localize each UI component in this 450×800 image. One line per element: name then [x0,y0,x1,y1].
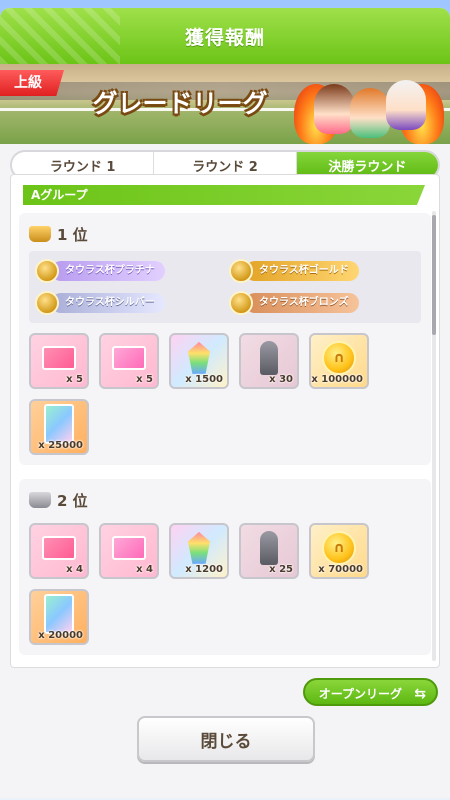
ticket-icon [112,535,146,560]
title-reward[interactable]: タウラス杯シルバー [35,291,221,315]
item-quantity: x 5 [66,374,83,385]
statue-icon [260,340,278,375]
card-icon [44,403,74,444]
item-quantity: x 100000 [311,374,363,385]
dialog-title: 獲得報酬 [184,26,265,49]
reward-item[interactable]: x 25 [239,523,299,579]
item-quantity: x 25 [269,564,293,575]
place-header: 2 位 [29,487,421,513]
item-quantity: x 20000 [38,630,83,641]
reward-item[interactable]: ∩ x 70000 [309,523,369,579]
item-rewards: x 5 x 5 x 1500 x 30 ∩ x 100000 x 25000 [29,333,421,455]
place-label: 1 位 [57,225,88,244]
title-reward[interactable]: タウラス杯ブロンズ [229,291,415,315]
dialog-titlebar: 獲得報酬 [0,8,450,64]
scrollbar-thumb[interactable] [432,215,436,335]
card-icon [44,593,74,634]
title-label: タウラス杯シルバー [51,293,165,313]
rewards-scroll-area[interactable]: 1 位 タウラス杯プラチナ タウラス杯ゴールド タウラス杯シルバー タウラス杯ブ… [19,213,431,667]
reward-item[interactable]: x 1200 [169,523,229,579]
swap-icon: ⇆ [414,686,426,702]
reward-item[interactable]: x 5 [29,333,89,389]
rewards-dialog: 獲得報酬 上級 グレードリーグ ラウンド 1 ラウンド 2 決勝ラウンド Aグル… [0,8,450,798]
crystal-icon [188,341,210,374]
place-section-1st: 1 位 タウラス杯プラチナ タウラス杯ゴールド タウラス杯シルバー タウラス杯ブ… [19,213,431,465]
title-label: タウラス杯ブロンズ [245,293,359,313]
place-label: 2 位 [57,491,88,510]
reward-item[interactable]: x 4 [29,523,89,579]
reward-item[interactable]: x 4 [99,523,159,579]
reward-item[interactable]: x 1500 [169,333,229,389]
character-illustration [294,66,444,144]
medal-icon [35,291,59,315]
ticket-icon [42,345,76,370]
open-league-label: オープンリーグ [318,687,402,701]
ticket-icon [112,345,146,370]
place-section-2nd: 2 位 x 4 x 4 x 1200 x 25 ∩ x 70000 x 2000… [19,479,431,655]
gold-trophy-icon [29,226,51,242]
character-avatar [350,88,390,138]
title-rewards: タウラス杯プラチナ タウラス杯ゴールド タウラス杯シルバー タウラス杯ブロンズ [29,251,421,323]
item-quantity: x 4 [136,564,153,575]
medal-icon [229,259,253,283]
close-button[interactable]: 閉じる [137,716,315,762]
item-quantity: x 5 [136,374,153,385]
reward-item[interactable]: x 25000 [29,399,89,455]
crystal-icon [188,531,210,564]
medal-icon [35,259,59,283]
character-avatar [386,80,426,130]
medal-icon [229,291,253,315]
ticket-icon [42,535,76,560]
reward-item[interactable]: x 5 [99,333,159,389]
title-reward[interactable]: タウラス杯プラチナ [35,259,221,283]
item-quantity: x 1200 [185,564,223,575]
item-quantity: x 70000 [318,564,363,575]
reward-item[interactable]: x 20000 [29,589,89,645]
silver-trophy-icon [29,492,51,508]
item-quantity: x 1500 [185,374,223,385]
item-quantity: x 25000 [38,440,83,451]
reward-item[interactable]: x 30 [239,333,299,389]
item-quantity: x 4 [66,564,83,575]
title-label: タウラス杯ゴールド [245,261,359,281]
character-avatar [314,84,354,134]
title-label: タウラス杯プラチナ [51,261,165,281]
item-rewards: x 4 x 4 x 1200 x 25 ∩ x 70000 x 20000 [29,523,421,645]
league-banner: 上級 グレードリーグ [0,64,450,144]
item-quantity: x 30 [269,374,293,385]
statue-icon [260,530,278,565]
rewards-panel: Aグループ 1 位 タウラス杯プラチナ タウラス杯ゴールド タウラス杯シルバー … [10,174,440,668]
coin-icon: ∩ [322,340,356,375]
open-league-button[interactable]: オープンリーグ ⇆ [302,678,438,706]
place-header: 1 位 [29,221,421,247]
title-reward[interactable]: タウラス杯ゴールド [229,259,415,283]
reward-item[interactable]: ∩ x 100000 [309,333,369,389]
coin-icon: ∩ [322,530,356,565]
group-header: Aグループ [23,185,425,205]
